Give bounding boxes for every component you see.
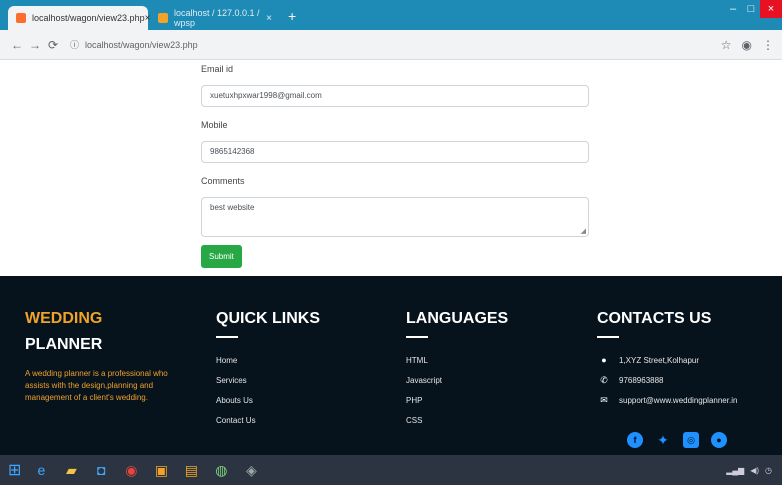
languages-title: LANGUAGES	[406, 310, 509, 327]
profile-icon[interactable]: ◉	[742, 38, 752, 52]
reload-icon[interactable]: ⟳	[44, 38, 62, 52]
minimize-icon[interactable]: –	[724, 0, 742, 18]
window-controls: – □ ×	[724, 0, 782, 18]
language-item[interactable]: PHP	[406, 390, 508, 410]
address-bar: ← → ⟳ ⓘ localhost/wagon/view23.php ☆ ◉ ⋮	[0, 30, 782, 60]
comments-textarea[interactable]: best website ◢	[201, 197, 589, 237]
footer-brand: WEDDING PLANNER A wedding planner is a p…	[25, 310, 190, 404]
address-bar-actions: ☆ ◉ ⋮	[721, 38, 774, 52]
github-icon[interactable]: ●	[711, 432, 727, 448]
brand-title: WEDDING	[25, 310, 103, 327]
site-footer: WEDDING PLANNER A wedding planner is a p…	[0, 276, 782, 455]
forward-icon[interactable]: →	[26, 38, 44, 52]
chrome-icon[interactable]: ◉	[121, 460, 141, 480]
contact-email[interactable]: ✉ support@www.weddingplanner.in	[597, 390, 737, 410]
close-window-icon[interactable]: ×	[760, 0, 782, 18]
mobile-label: Mobile	[201, 120, 228, 130]
envelope-icon: ✉	[600, 394, 608, 405]
brand-description: A wedding planner is a professional who …	[25, 369, 168, 402]
comments-label: Comments	[201, 176, 245, 186]
contact-phone-text: 9768963888	[619, 375, 664, 385]
star-icon[interactable]: ☆	[721, 38, 732, 52]
footer-contacts: CONTACTS US ● 1,XYZ Street,Kolhapur ✆ 97…	[597, 310, 737, 410]
comments-text: best website	[210, 203, 255, 212]
facebook-icon[interactable]: f	[627, 432, 643, 448]
contact-email-text[interactable]: support@www.weddingplanner.in	[619, 396, 737, 405]
map-marker-icon: ●	[601, 355, 607, 365]
browser-tab-active[interactable]: localhost/wagon/view23.php ×	[8, 6, 150, 30]
maximize-icon[interactable]: □	[742, 0, 760, 18]
info-icon[interactable]: ⓘ	[70, 40, 79, 50]
url-text: localhost/wagon/view23.php	[85, 40, 198, 50]
contact-phone: ✆ 9768963888	[597, 370, 737, 390]
language-item[interactable]: CSS	[406, 410, 508, 430]
footer-link-services[interactable]: Services	[216, 370, 320, 390]
footer-link-home[interactable]: Home	[216, 350, 320, 370]
tab-close-icon[interactable]: ×	[266, 13, 272, 24]
browser-tabbar: localhost/wagon/view23.php × localhost /…	[0, 0, 782, 30]
footer-link-contact[interactable]: Contact Us	[216, 410, 320, 430]
windows-start-icon[interactable]: ⊞	[8, 460, 21, 480]
social-links: f ✦ ◎ ●	[627, 432, 727, 448]
mobile-field[interactable]: 9865142368	[201, 141, 589, 163]
email-field[interactable]: xuetuxhpxwar1998@gmail.com	[201, 85, 589, 107]
menu-icon[interactable]: ⋮	[762, 38, 774, 52]
app-icon[interactable]: ◍	[211, 460, 231, 480]
tab-title: localhost/wagon/view23.php	[32, 13, 145, 23]
favicon-icon	[158, 13, 168, 23]
system-tray: ▂▄▆ ◀) ◷	[726, 466, 782, 475]
new-tab-icon[interactable]: +	[288, 8, 296, 24]
url-field[interactable]: ⓘ localhost/wagon/view23.php	[70, 38, 198, 51]
divider	[597, 336, 619, 338]
app-icon[interactable]: ▣	[151, 460, 171, 480]
footer-quick-links: QUICK LINKS Home Services Abouts Us Cont…	[216, 310, 320, 430]
contact-form: Email id xuetuxhpxwar1998@gmail.com Mobi…	[201, 64, 591, 268]
browser-tab-inactive[interactable]: localhost / 127.0.0.1 / wpsp ×	[150, 6, 280, 30]
os-taskbar: ⊞ e ▰ ◘ ◉ ▣ ▤ ◍ ◈ ▂▄▆ ◀) ◷	[0, 455, 782, 485]
divider	[406, 336, 428, 338]
contact-address: ● 1,XYZ Street,Kolhapur	[597, 350, 737, 370]
volume-icon[interactable]: ◀)	[750, 466, 759, 475]
contact-address-text: 1,XYZ Street,Kolhapur	[619, 355, 700, 365]
language-item[interactable]: Javascript	[406, 370, 508, 390]
resize-handle-icon[interactable]: ◢	[581, 227, 586, 235]
edge-icon[interactable]: e	[31, 460, 51, 480]
file-explorer-icon[interactable]: ▰	[61, 460, 81, 480]
twitter-icon[interactable]: ✦	[655, 432, 671, 448]
store-icon[interactable]: ◘	[91, 460, 111, 480]
contacts-title: CONTACTS US	[597, 310, 712, 327]
footer-link-about[interactable]: Abouts Us	[216, 390, 320, 410]
app-icon[interactable]: ◈	[241, 460, 261, 480]
phone-icon: ✆	[600, 374, 608, 385]
app-icon[interactable]: ▤	[181, 460, 201, 480]
network-icon[interactable]: ▂▄▆	[726, 466, 744, 475]
email-label: Email id	[201, 64, 234, 74]
tab-title: localhost / 127.0.0.1 / wpsp	[174, 8, 260, 28]
divider	[216, 336, 238, 338]
brand-subtitle: PLANNER	[25, 336, 103, 353]
instagram-icon[interactable]: ◎	[683, 432, 699, 448]
back-icon[interactable]: ←	[8, 38, 26, 52]
quick-links-title: QUICK LINKS	[216, 310, 320, 327]
language-item[interactable]: HTML	[406, 350, 508, 370]
footer-languages: LANGUAGES HTML Javascript PHP CSS	[406, 310, 508, 430]
favicon-icon	[16, 13, 26, 23]
clock-icon[interactable]: ◷	[765, 466, 772, 475]
submit-button[interactable]: Submit	[201, 245, 242, 268]
